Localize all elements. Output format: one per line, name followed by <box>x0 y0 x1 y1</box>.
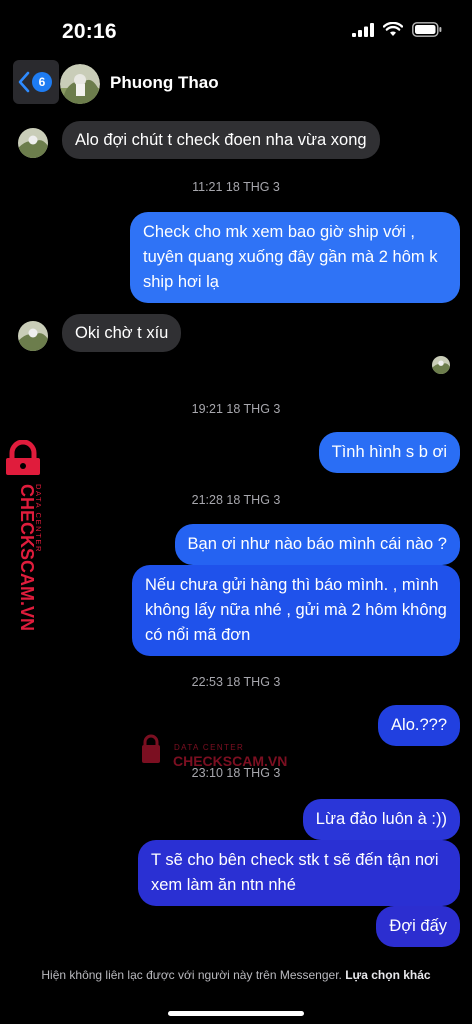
timestamp: 22:53 18 THG 3 <box>191 675 281 689</box>
message-outgoing[interactable]: T sẽ cho bên check stk t sẽ đến tận nơi … <box>138 840 460 906</box>
notice-text: Hiện không liên lạc được với người này t… <box>41 968 342 982</box>
contact-avatar[interactable] <box>60 64 100 104</box>
timestamp: 19:21 18 THG 3 <box>191 402 281 416</box>
svg-text:DATA CENTER: DATA CENTER <box>174 743 244 752</box>
other-options-link[interactable]: Lựa chọn khác <box>345 968 430 982</box>
wifi-icon <box>383 22 403 36</box>
messenger-unavailable-notice: Hiện không liên lạc được với người này t… <box>0 968 472 982</box>
contact-name[interactable]: Phuong Thao <box>110 73 219 93</box>
status-icons <box>352 22 442 37</box>
message-outgoing[interactable]: Đợi đấy <box>376 906 460 947</box>
message-outgoing[interactable]: Tình hình s b ơi <box>318 432 460 473</box>
signal-icon <box>352 22 374 37</box>
watermark-logo: CHECKSCAM.VN DATA CENTER <box>6 440 43 631</box>
timestamp: 11:21 18 THG 3 <box>192 180 280 194</box>
message-outgoing[interactable]: Nếu chưa gửi hàng thì báo mình. , mình k… <box>132 565 460 656</box>
sender-avatar[interactable] <box>18 128 48 158</box>
home-indicator[interactable] <box>168 1011 304 1016</box>
unread-count-badge: 6 <box>32 72 52 92</box>
sender-avatar[interactable] <box>18 321 48 351</box>
back-button[interactable]: 6 <box>13 60 59 104</box>
message-outgoing[interactable]: Lừa đảo luôn à :)) <box>302 799 460 840</box>
message-incoming[interactable]: Alo đợi chút t check đoen nha vừa xong <box>62 121 380 159</box>
conversation-header: 6 Phuong Thao <box>0 58 472 108</box>
chevron-left-icon <box>18 71 30 93</box>
read-receipt-avatar <box>432 356 450 374</box>
message-outgoing[interactable]: Bạn ơi như nào báo mình cái nào ? <box>174 524 460 565</box>
status-bar: 20:16 <box>0 0 472 60</box>
message-outgoing[interactable]: Check cho mk xem bao giờ ship với , tuyê… <box>130 212 460 303</box>
timestamp: 23:10 18 THG 3 <box>191 766 281 780</box>
status-time: 20:16 <box>62 20 117 43</box>
timestamp: 21:28 18 THG 3 <box>191 493 281 507</box>
message-outgoing[interactable]: Alo.??? <box>378 705 460 746</box>
battery-icon <box>412 22 442 37</box>
message-incoming[interactable]: Oki chờ t xíu <box>62 314 182 352</box>
